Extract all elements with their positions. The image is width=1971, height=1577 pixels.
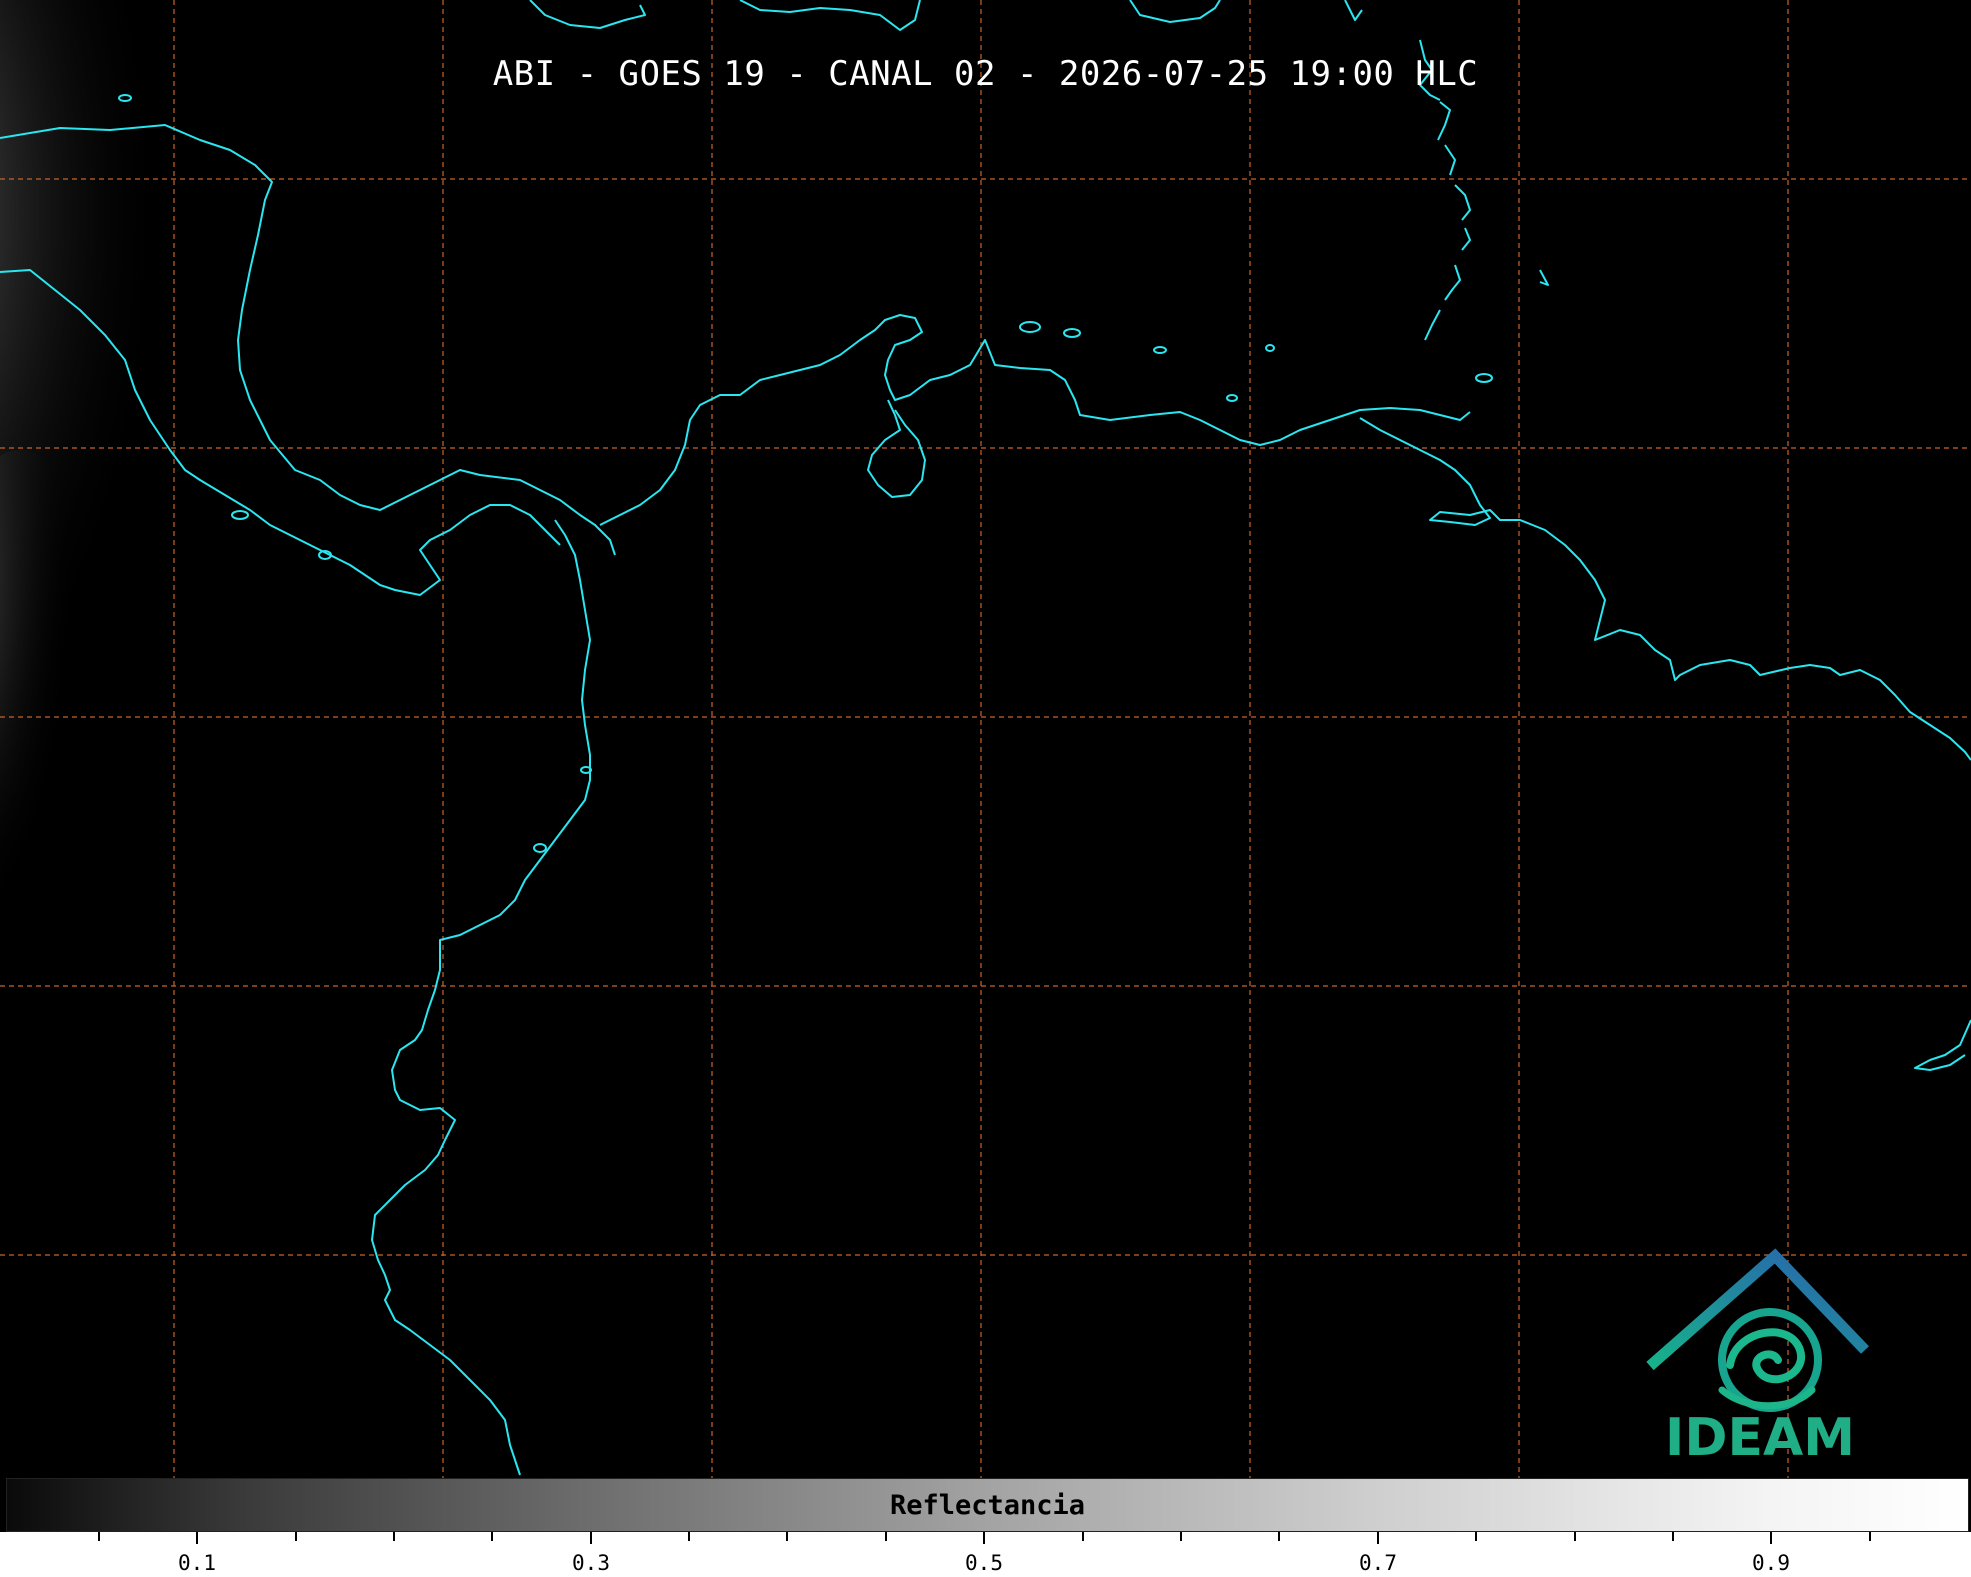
map-title: ABI - GOES 19 - CANAL 02 - 2026-07-25 19… — [492, 54, 1479, 94]
colorbar-label: Reflectancia — [889, 1490, 1086, 1521]
lat-lon-grid — [0, 0, 1971, 1478]
ideam-logo — [1646, 1248, 1869, 1412]
satellite-map — [0, 0, 1971, 1478]
colorbar-tick-label: 0.9 — [1752, 1551, 1790, 1575]
cloud-field — [0, 0, 250, 950]
colorbar-tick-label: 0.3 — [572, 1551, 610, 1575]
logo-text: IDEAM — [1664, 1408, 1856, 1468]
colorbar-tick-label: 0.5 — [965, 1551, 1003, 1575]
colorbar: Reflectancia — [6, 1478, 1969, 1532]
coastlines — [0, 0, 1971, 1476]
colorbar-tick-label: 0.1 — [178, 1551, 216, 1575]
colorbar-tick-label: 0.7 — [1359, 1551, 1397, 1575]
